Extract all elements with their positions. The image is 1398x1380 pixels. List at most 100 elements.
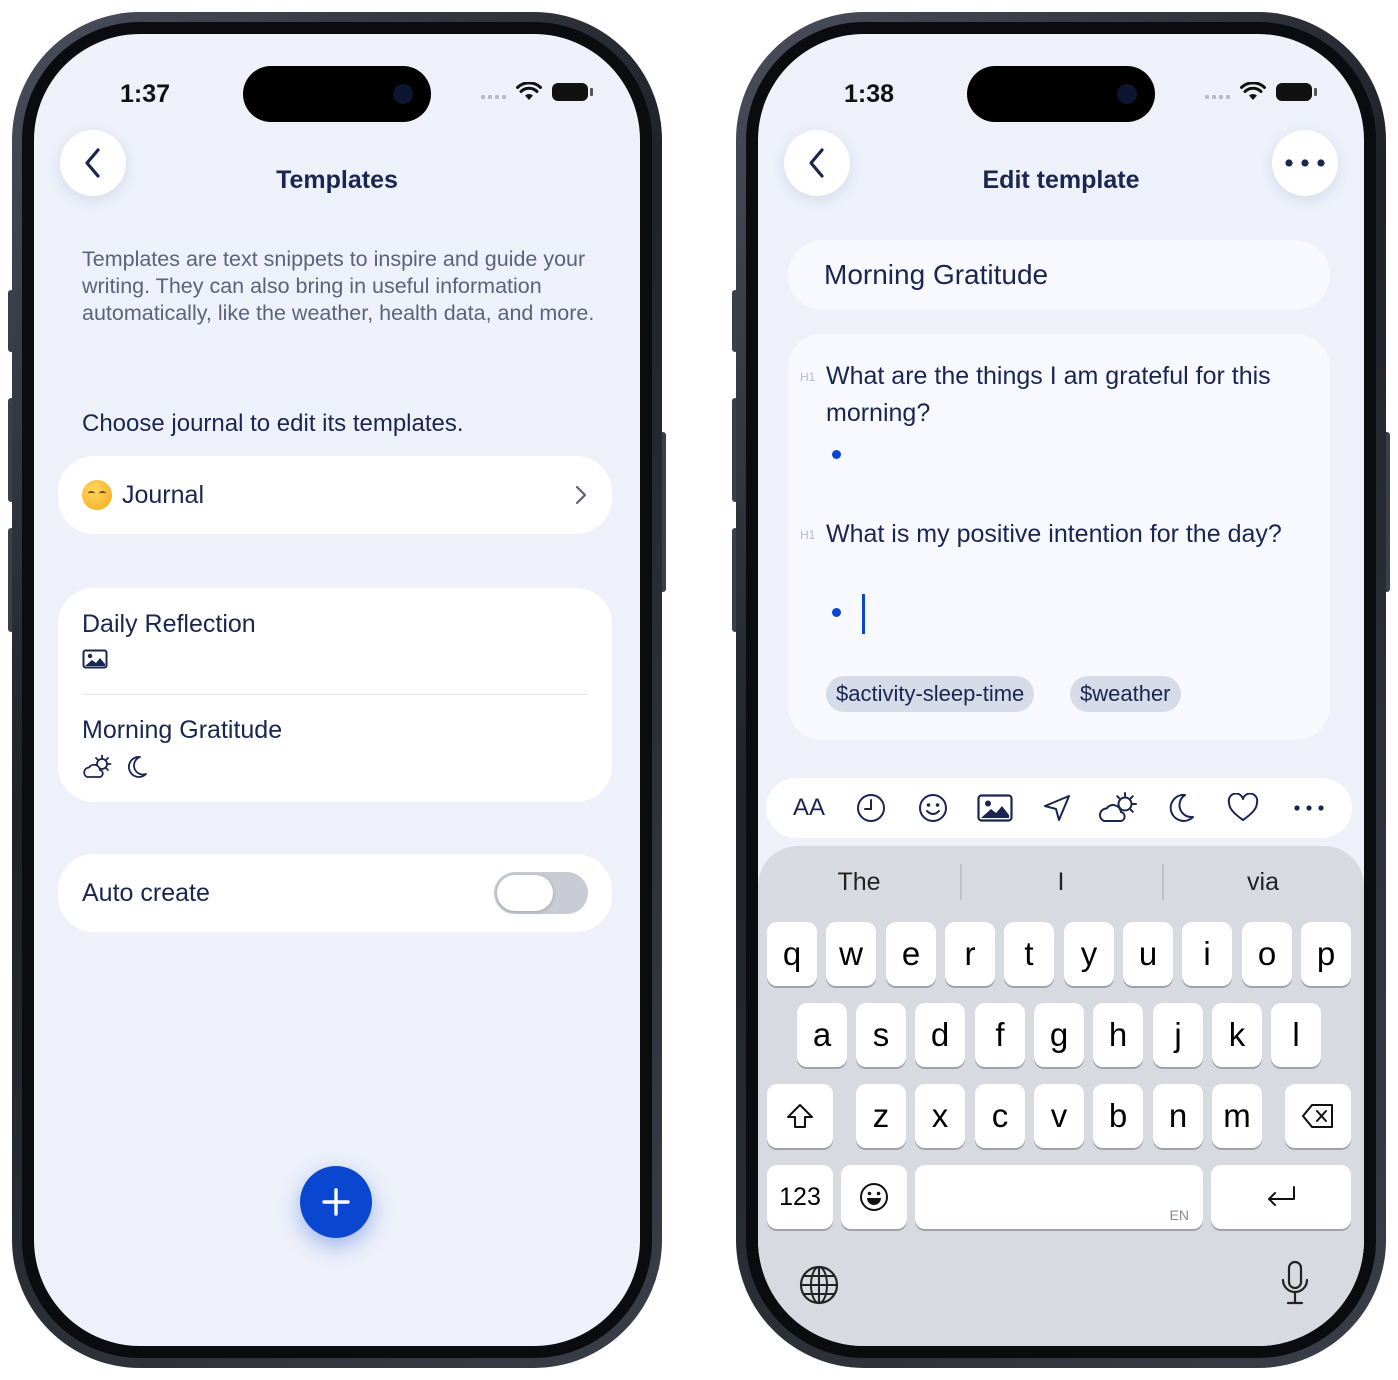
bullet-point <box>832 608 841 617</box>
key-e[interactable]: e <box>886 922 936 986</box>
add-template-button[interactable] <box>300 1166 372 1238</box>
key-t[interactable]: t <box>1004 922 1054 986</box>
dynamic-island <box>967 66 1155 122</box>
numbers-key[interactable]: 123 <box>767 1165 833 1229</box>
suggestion-item[interactable]: I <box>960 863 1162 900</box>
key-h[interactable]: h <box>1093 1003 1143 1067</box>
phone-right: 1:38 Edit template Morning Gratitude H1 … <box>736 12 1386 1368</box>
key-n[interactable]: n <box>1153 1084 1203 1148</box>
key-w[interactable]: w <box>826 922 876 986</box>
insert-sleep-button[interactable] <box>1150 786 1212 830</box>
bullet-point <box>832 450 841 459</box>
signal-icon <box>1205 85 1230 99</box>
templates-description: Templates are text snippets to inspire a… <box>82 247 595 325</box>
insert-time-button[interactable] <box>840 786 902 830</box>
suggestion-item[interactable]: via <box>1162 863 1364 900</box>
dictation-key[interactable] <box>1278 1260 1312 1311</box>
smiling-face-emoji-icon <box>82 480 112 510</box>
heart-icon <box>1227 793 1259 821</box>
key-x[interactable]: x <box>915 1084 965 1148</box>
key-k[interactable]: k <box>1212 1003 1262 1067</box>
globe-icon <box>799 1265 839 1305</box>
weather-icon <box>1099 792 1137 822</box>
page-title: Templates <box>276 166 398 194</box>
key-d[interactable]: d <box>915 1003 965 1067</box>
backspace-icon <box>1302 1104 1333 1128</box>
template-item-daily-reflection[interactable]: Daily Reflection <box>82 610 588 669</box>
key-o[interactable]: o <box>1242 922 1292 986</box>
insert-location-button[interactable] <box>1026 786 1088 830</box>
phone-left: 1:37 Templates Templates are text snippe… <box>12 12 662 1368</box>
key-a[interactable]: a <box>797 1003 847 1067</box>
template-name: Morning Gratitude <box>82 716 283 744</box>
moon-icon <box>128 756 147 778</box>
variable-chip-sleep-time[interactable]: $activity-sleep-time <box>826 676 1035 712</box>
template-title-input[interactable]: Morning Gratitude <box>788 240 1330 310</box>
clock-icon <box>857 794 885 822</box>
text-cursor <box>862 594 865 634</box>
text-size-button[interactable]: AA <box>778 786 840 830</box>
predictive-suggestions: The I via <box>758 846 1364 918</box>
journal-picker[interactable]: Journal <box>58 456 612 534</box>
auto-create-label: Auto create <box>82 878 210 907</box>
key-z[interactable]: z <box>856 1084 906 1148</box>
key-y[interactable]: y <box>1064 922 1114 986</box>
key-p[interactable]: p <box>1301 922 1351 986</box>
insert-photo-button[interactable] <box>964 786 1026 830</box>
ellipsis-icon <box>1294 805 1324 811</box>
photo-icon <box>977 794 1013 822</box>
toolbar-more-button[interactable] <box>1278 786 1340 830</box>
formatting-toolbar: AA <box>766 778 1352 838</box>
key-g[interactable]: g <box>1034 1003 1084 1067</box>
template-item-morning-gratitude[interactable]: Morning Gratitude <box>82 716 588 779</box>
insert-health-button[interactable] <box>1212 786 1274 830</box>
key-s[interactable]: s <box>856 1003 906 1067</box>
status-icons <box>1205 82 1317 102</box>
globe-key[interactable] <box>798 1264 840 1311</box>
auto-create-toggle[interactable] <box>494 872 588 914</box>
shift-key[interactable] <box>767 1084 833 1148</box>
photo-icon <box>82 649 108 669</box>
emoji-icon <box>860 1183 888 1211</box>
more-options-button[interactable] <box>1272 130 1338 196</box>
key-r[interactable]: r <box>945 922 995 986</box>
key-c[interactable]: c <box>975 1084 1025 1148</box>
weather-icon <box>83 755 112 778</box>
key-i[interactable]: i <box>1182 922 1232 986</box>
ellipsis-icon <box>1285 159 1325 167</box>
microphone-icon <box>1281 1260 1309 1305</box>
templates-screen: 1:37 Templates Templates are text snippe… <box>34 34 640 1346</box>
battery-icon <box>552 83 593 101</box>
status-time: 1:38 <box>844 80 895 108</box>
space-key[interactable]: EN <box>915 1165 1203 1229</box>
heading-marker: H1 <box>800 370 816 384</box>
key-q[interactable]: q <box>767 922 817 986</box>
insert-emoji-button[interactable] <box>902 786 964 830</box>
plus-icon <box>322 1188 350 1216</box>
return-key[interactable] <box>1211 1165 1351 1229</box>
suggestion-item[interactable]: The <box>758 868 960 897</box>
emoji-key[interactable] <box>841 1165 907 1229</box>
key-b[interactable]: b <box>1093 1084 1143 1148</box>
backspace-key[interactable] <box>1285 1084 1351 1148</box>
variable-chip-weather[interactable]: $weather <box>1070 676 1181 712</box>
key-v[interactable]: v <box>1034 1084 1084 1148</box>
template-body-editor[interactable]: H1 What are the things I am grateful for… <box>788 334 1330 740</box>
text-size-label: AA <box>792 794 825 821</box>
wifi-icon <box>516 82 542 100</box>
key-f[interactable]: f <box>975 1003 1025 1067</box>
choose-journal-label: Choose journal to edit its templates. <box>82 410 464 437</box>
key-l[interactable]: l <box>1271 1003 1321 1067</box>
insert-weather-button[interactable] <box>1088 786 1150 830</box>
dynamic-island <box>243 66 431 122</box>
key-j[interactable]: j <box>1153 1003 1203 1067</box>
key-m[interactable]: m <box>1212 1084 1262 1148</box>
template-name: Daily Reflection <box>82 610 256 638</box>
status-time: 1:37 <box>120 80 171 108</box>
template-question: What is my positive intention for the da… <box>826 520 1282 548</box>
moon-icon <box>1169 793 1194 822</box>
wifi-icon <box>1240 82 1266 100</box>
chevron-right-icon <box>575 485 587 505</box>
key-u[interactable]: u <box>1123 922 1173 986</box>
software-keyboard: The I via q w e r t y u i o p a s d f g … <box>758 846 1364 1346</box>
